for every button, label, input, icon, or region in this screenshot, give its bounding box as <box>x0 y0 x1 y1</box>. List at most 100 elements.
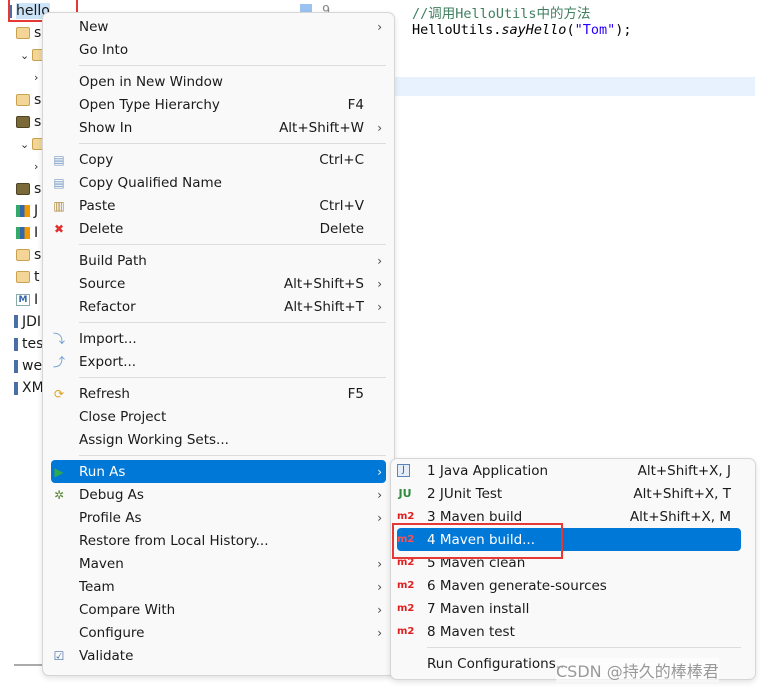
menu-item-7-maven-install[interactable]: m2 7 Maven install <box>397 597 741 620</box>
menu-item-maven[interactable]: Maven › <box>51 552 386 575</box>
menu-item-label: Paste <box>79 197 116 214</box>
package-folder-icon <box>16 116 30 128</box>
menu-item-validate[interactable]: ☑ Validate <box>51 644 386 667</box>
tree-item-label: I <box>34 225 39 241</box>
menu-item-restore-from-local-history[interactable]: Restore from Local History... <box>51 529 386 552</box>
menu-item-import[interactable]: ⤵ Import... <box>51 327 386 350</box>
tree-item-label: s <box>34 91 42 108</box>
menu-separator <box>79 240 386 249</box>
menu-separator <box>79 373 386 382</box>
menu-item-label: Close Project <box>79 408 167 425</box>
menu-item-compare-with[interactable]: Compare With › <box>51 598 386 621</box>
menu-item-build-path[interactable]: Build Path › <box>51 249 386 272</box>
menu-separator <box>79 318 386 327</box>
menu-separator <box>79 61 386 70</box>
copy-icon: ▤ <box>53 152 65 167</box>
tree-item-label: s <box>34 180 42 197</box>
tree-item[interactable]: JDI <box>14 311 41 333</box>
tree-item[interactable]: s <box>16 22 41 44</box>
menu-item-copy-qualified-name[interactable]: ▤ Copy Qualified Name <box>51 171 386 194</box>
run-as-submenu: J 1 Java Application Alt+Shift+X, J JU 2 JUn… <box>390 458 756 680</box>
chevron-right-icon: › <box>377 299 382 314</box>
menu-item-source[interactable]: Source Alt+Shift+S › <box>51 272 386 295</box>
menu-item-label: Open Type Hierarchy <box>79 96 220 113</box>
code-method: sayHello <box>501 22 567 38</box>
menu-item-6-maven-generate-sources[interactable]: m2 6 Maven generate-sources <box>397 574 741 597</box>
chevron-right-icon: › <box>377 602 382 617</box>
validate-check-icon: ☑ <box>53 648 65 663</box>
menu-item-refresh[interactable]: ⟳ Refresh F5 <box>51 382 386 405</box>
menu-item-paste[interactable]: ▥ Paste Ctrl+V <box>51 194 386 217</box>
menu-item-profile-as[interactable]: Profile As › <box>51 506 386 529</box>
source-folder-icon <box>16 93 30 106</box>
menu-item-label: Restore from Local History... <box>79 532 269 549</box>
menu-item-shortcut: Alt+Shift+S <box>283 275 364 292</box>
chevron-right-icon: › <box>377 464 382 479</box>
menu-item-shortcut: F4 <box>347 96 364 113</box>
menu-item-copy[interactable]: ▤ Copy Ctrl+C <box>51 148 386 171</box>
chevron-right-icon: › <box>377 625 382 640</box>
tree-item-label: J <box>34 202 39 219</box>
menu-item-label: 1 Java Application <box>427 462 549 479</box>
menu-item-shortcut: Alt+Shift+X, M <box>629 508 731 525</box>
code-paren: ( <box>566 22 575 38</box>
menu-item-open-type-hierarchy[interactable]: Open Type Hierarchy F4 <box>51 93 386 116</box>
menu-item-refactor[interactable]: Refactor Alt+Shift+T › <box>51 295 386 318</box>
menu-item-debug-as[interactable]: ✲ Debug As › <box>51 483 386 506</box>
chevron-down-icon[interactable]: ⌄ <box>20 49 32 62</box>
tree-item[interactable]: t <box>16 266 40 288</box>
menu-item-close-project[interactable]: Close Project <box>51 405 386 428</box>
tree-item-label: tes <box>22 336 44 352</box>
menu-item-label: Maven <box>79 555 124 572</box>
menu-item-new[interactable]: New › <box>51 15 386 38</box>
menu-item-2-junit-test[interactable]: JU 2 JUnit Test Alt+Shift+X, T <box>397 482 741 505</box>
refresh-icon: ⟳ <box>53 386 65 401</box>
tree-item[interactable]: MI <box>16 289 38 311</box>
maven-file-icon: M <box>16 293 30 306</box>
chevron-down-icon[interactable]: ⌄ <box>20 138 32 151</box>
tree-item[interactable]: s <box>16 111 41 133</box>
menu-item-run-as[interactable]: ▶ Run As › <box>51 460 386 483</box>
menu-item-label: New <box>79 18 109 35</box>
menu-item-8-maven-test[interactable]: m2 8 Maven test <box>397 620 741 643</box>
menu-item-label: Validate <box>79 647 134 664</box>
tree-item-label: s <box>34 25 42 42</box>
menu-item-configure[interactable]: Configure › <box>51 621 386 644</box>
tree-item[interactable]: J <box>16 200 38 222</box>
menu-item-label: Copy <box>79 151 114 168</box>
tree-item[interactable]: I <box>16 222 38 244</box>
menu-item-assign-working-sets[interactable]: Assign Working Sets... <box>51 428 386 451</box>
package-folder-icon <box>16 182 30 195</box>
maven-m2-icon: m2 <box>397 511 415 522</box>
tree-item[interactable]: we <box>14 355 42 377</box>
menu-item-delete[interactable]: ✖ Delete Delete <box>51 217 386 240</box>
tree-item[interactable]: XM <box>14 377 44 399</box>
chevron-right-icon: › <box>377 120 382 135</box>
tree-item[interactable]: tes <box>14 333 43 355</box>
maven-m2-icon: m2 <box>397 626 415 637</box>
menu-item-label: Team <box>79 578 115 595</box>
menu-item-shortcut: Ctrl+V <box>319 197 364 214</box>
menu-item-shortcut: F5 <box>347 385 364 402</box>
menu-item-open-in-new-window[interactable]: Open in New Window <box>51 70 386 93</box>
menu-item-label: Copy Qualified Name <box>79 174 222 191</box>
menu-item-team[interactable]: Team › <box>51 575 386 598</box>
menu-item-shortcut: Alt+Shift+X, T <box>633 485 731 502</box>
menu-item-go-into[interactable]: Go Into <box>51 38 386 61</box>
tree-item[interactable]: s <box>16 89 41 111</box>
tree-item-label: XM <box>22 380 44 397</box>
menu-item-label: Source <box>79 275 126 292</box>
menu-item-show-in[interactable]: Show In Alt+Shift+W › <box>51 116 386 139</box>
chevron-right-icon: › <box>377 556 382 571</box>
tree-item-label: s <box>34 114 42 130</box>
menu-item-export[interactable]: ⤴ Export... <box>51 350 386 373</box>
menu-item-1-java-application[interactable]: J 1 Java Application Alt+Shift+X, J <box>397 459 741 482</box>
code-line: HelloUtils.sayHello("Tom"); <box>412 22 631 38</box>
chevron-right-icon: › <box>377 510 382 525</box>
tree-item-label: we <box>22 358 43 375</box>
tree-item[interactable]: s <box>16 178 41 200</box>
tree-item[interactable]: s <box>16 244 41 266</box>
menu-item-label: 8 Maven test <box>427 623 515 640</box>
horizontal-scrollbar[interactable] <box>14 664 42 666</box>
source-folder-icon <box>16 27 30 40</box>
